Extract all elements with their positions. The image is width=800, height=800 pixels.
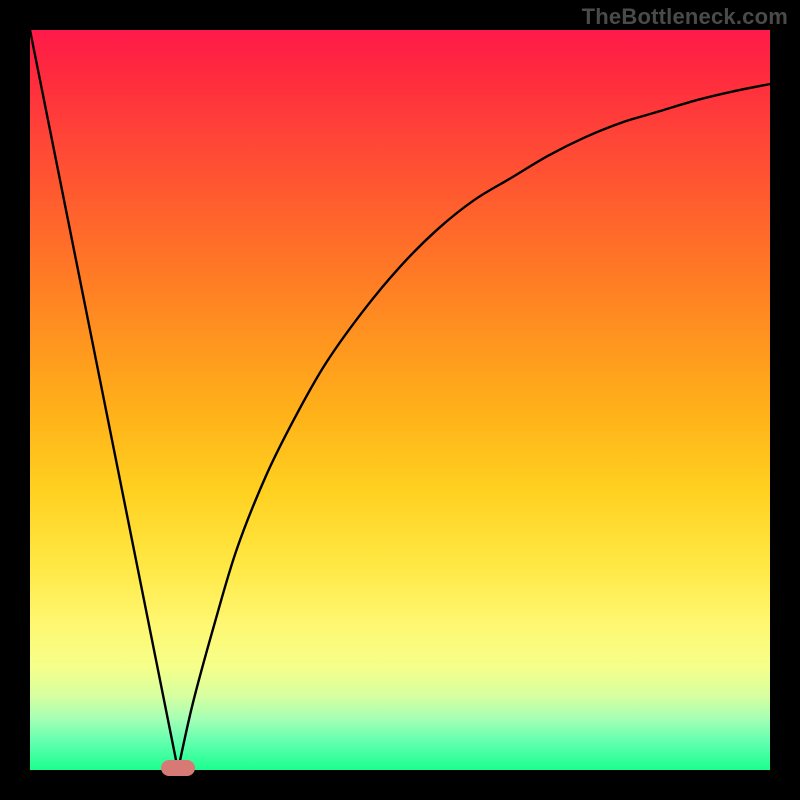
curve-path [30, 30, 770, 770]
bottleneck-curve [30, 30, 770, 770]
chart-frame: TheBottleneck.com [0, 0, 800, 800]
plot-area [30, 30, 770, 770]
minimum-marker [161, 760, 195, 776]
watermark-text: TheBottleneck.com [582, 4, 788, 30]
